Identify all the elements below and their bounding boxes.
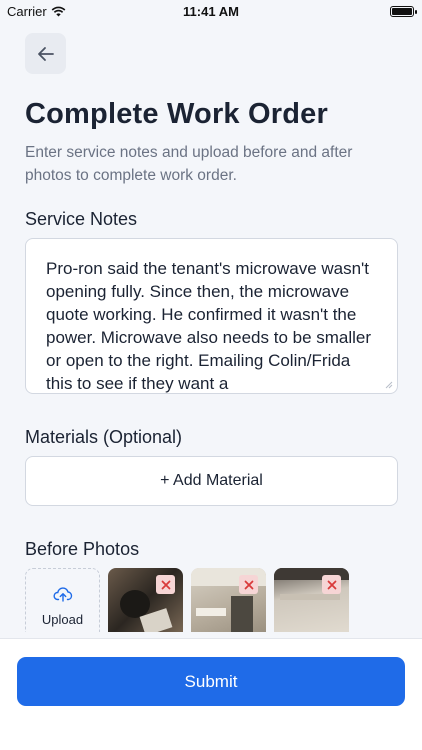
submit-button[interactable]: Submit: [17, 657, 405, 706]
cloud-upload-icon: [52, 587, 72, 602]
photo-thumbnail[interactable]: [108, 568, 183, 632]
battery-icon: [390, 6, 417, 17]
close-icon: [161, 580, 170, 589]
status-bar: Carrier 11:41 AM: [0, 0, 422, 22]
service-notes-text: Pro-ron said the tenant's microwave wasn…: [46, 259, 372, 393]
resize-grip-icon[interactable]: [383, 379, 393, 389]
photo-thumbnail[interactable]: [191, 568, 266, 632]
service-notes-field[interactable]: Pro-ron said the tenant's microwave wasn…: [25, 238, 398, 394]
add-material-button[interactable]: + Add Material: [25, 456, 398, 506]
remove-photo-button[interactable]: [156, 575, 175, 594]
page-title: Complete Work Order: [25, 98, 328, 130]
materials-label: Materials (Optional): [25, 427, 183, 447]
upload-photo-button[interactable]: Upload: [25, 568, 100, 632]
back-button[interactable]: [25, 33, 66, 74]
close-icon: [327, 580, 336, 589]
before-photos-label: Before Photos: [25, 539, 140, 559]
service-notes-label: Service Notes: [25, 209, 138, 229]
upload-label: Upload: [41, 612, 84, 627]
close-icon: [244, 580, 253, 589]
before-photos-row: Upload: [25, 568, 422, 632]
arrow-left-icon: [37, 46, 54, 61]
clock: 11:41 AM: [183, 4, 239, 19]
remove-photo-button[interactable]: [322, 575, 341, 594]
footer-bar: Submit: [0, 638, 422, 750]
remove-photo-button[interactable]: [239, 575, 258, 594]
page-subtitle: Enter service notes and upload before an…: [25, 144, 353, 184]
photo-thumbnail[interactable]: [274, 568, 349, 632]
